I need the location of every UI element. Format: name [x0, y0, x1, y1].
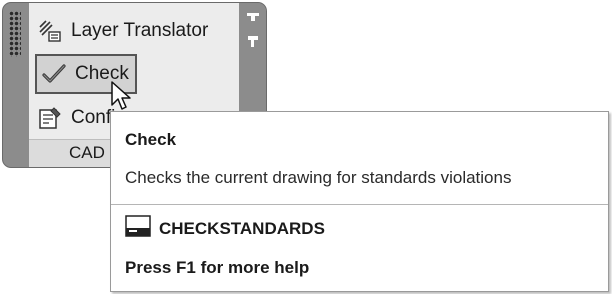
pin-panel-icon[interactable] [246, 11, 260, 56]
tooltip-description: Checks the current drawing for standards… [125, 168, 512, 187]
configure-icon [37, 105, 63, 131]
tooltip-title: Check [125, 130, 177, 149]
command-line-icon [125, 215, 151, 242]
panel-title: CAD [69, 143, 105, 162]
tooltip-divider [111, 204, 608, 205]
tooltip-command-name: CHECKSTANDARDS [159, 218, 325, 238]
panel-grip-handle[interactable] [3, 3, 29, 167]
layer-translator-icon [37, 18, 63, 44]
layer-translator-label: Layer Translator [71, 20, 209, 41]
layer-translator-button[interactable]: Layer Translator [37, 12, 208, 50]
command-tooltip: Check Checks the current drawing for sta… [110, 111, 609, 292]
tooltip-help-text: Press F1 for more help [125, 258, 310, 277]
grip-dots-icon [9, 11, 21, 57]
tooltip-command-row: CHECKSTANDARDS [125, 215, 325, 242]
checkmark-icon [41, 61, 67, 87]
